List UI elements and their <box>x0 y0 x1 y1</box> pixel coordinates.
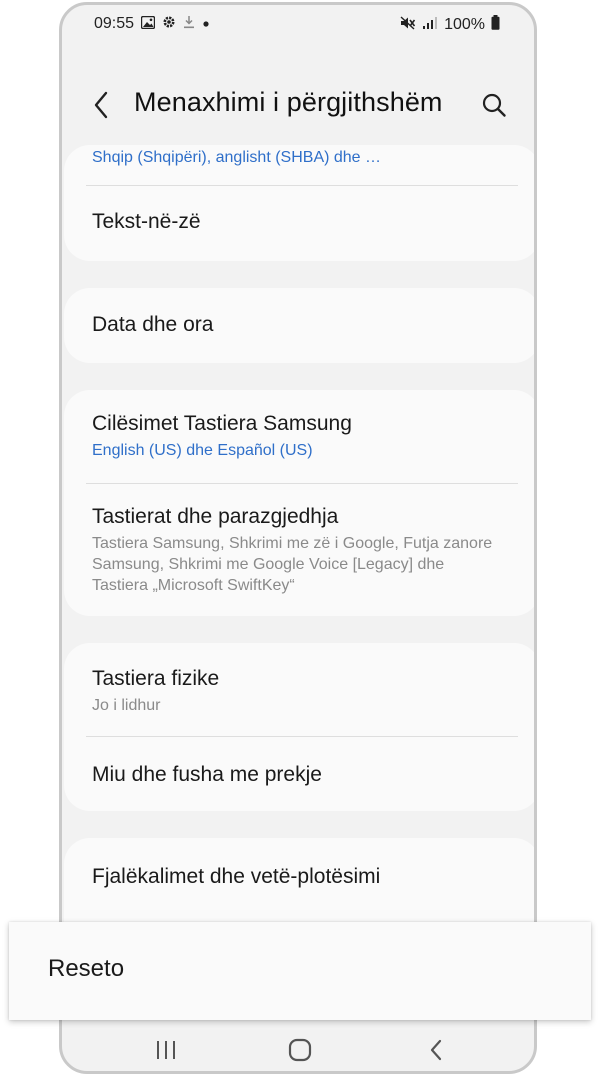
recent-apps-button[interactable] <box>144 1035 188 1065</box>
battery-percent: 100% <box>444 15 485 33</box>
mouse-touchpad-title: Miu dhe fusha me prekje <box>92 763 322 786</box>
signal-icon <box>422 16 438 34</box>
languages-card: Shqip (Shqipëri), anglisht (SHBA) dhe … … <box>64 145 534 261</box>
date-time-card: Data dhe ora <box>64 288 534 363</box>
divider <box>86 736 518 737</box>
date-time-item[interactable]: Data dhe ora <box>92 313 516 337</box>
battery-icon <box>491 15 500 34</box>
gallery-icon <box>140 15 156 33</box>
languages-subtitle: Shqip (Shqipëri), anglisht (SHBA) dhe … <box>92 149 382 166</box>
back-button[interactable] <box>84 85 118 125</box>
divider <box>86 185 518 186</box>
mute-icon <box>400 15 416 34</box>
text-to-speech-title: Tekst-në-zë <box>92 210 201 233</box>
phone-frame: 09:55 100% Menaxhimi i përgjithshëm Shqi… <box>59 2 537 1074</box>
languages-item[interactable]: Shqip (Shqipëri), anglisht (SHBA) dhe … <box>92 147 516 168</box>
search-icon <box>482 93 506 117</box>
back-nav-button[interactable] <box>414 1035 458 1065</box>
chevron-left-icon <box>94 91 108 119</box>
download-icon <box>183 15 195 33</box>
status-bar: 09:55 100% <box>62 5 534 45</box>
samsung-keyboard-subtitle: English (US) dhe Español (US) <box>92 442 313 459</box>
reset-option[interactable]: Reseto <box>48 955 124 983</box>
status-left: 09:55 <box>94 15 210 33</box>
navigation-bar <box>62 1025 534 1071</box>
status-right: 100% <box>400 15 500 34</box>
physical-keyboard-title: Tastiera fizike <box>92 667 220 690</box>
recent-apps-icon <box>157 1041 175 1059</box>
reset-popup: Reseto <box>9 922 591 1020</box>
keyboards-card: Cilësimet Tastiera Samsung English (US) … <box>64 390 534 616</box>
dot-icon <box>202 16 210 32</box>
passwords-autofill-title: Fjalëkalimet dhe vetë-plotësimi <box>92 865 381 888</box>
physical-keyboard-item[interactable]: Tastiera fizike Jo i lidhur <box>92 667 516 716</box>
keyboard-list-item[interactable]: Tastierat dhe parazgjedhja Tastiera Sams… <box>92 505 504 596</box>
samsung-keyboard-item[interactable]: Cilësimet Tastiera Samsung English (US) … <box>92 412 516 461</box>
physical-keyboard-subtitle: Jo i lidhur <box>92 697 161 714</box>
page-title: Menaxhimi i përgjithshëm <box>134 87 443 117</box>
mouse-touchpad-item[interactable]: Miu dhe fusha me prekje <box>92 763 516 787</box>
keyboard-list-subtitle: Tastiera Samsung, Shkrimi me zë i Google… <box>92 535 493 594</box>
physical-keyboard-card: Tastiera fizike Jo i lidhur Miu dhe fush… <box>64 643 534 811</box>
gear-icon <box>162 15 176 33</box>
status-time: 09:55 <box>94 15 135 32</box>
home-button[interactable] <box>278 1035 322 1065</box>
text-to-speech-item[interactable]: Tekst-në-zë <box>92 210 516 234</box>
back-nav-icon <box>430 1039 442 1061</box>
divider <box>86 483 518 484</box>
search-button[interactable] <box>474 85 514 125</box>
home-icon <box>288 1038 312 1062</box>
samsung-keyboard-title: Cilësimet Tastiera Samsung <box>92 412 352 435</box>
passwords-autofill-item[interactable]: Fjalëkalimet dhe vetë-plotësimi <box>92 865 516 889</box>
keyboard-list-title: Tastierat dhe parazgjedhja <box>92 505 339 528</box>
date-time-title: Data dhe ora <box>92 313 214 336</box>
app-header: Menaxhimi i përgjithshëm <box>62 75 534 135</box>
